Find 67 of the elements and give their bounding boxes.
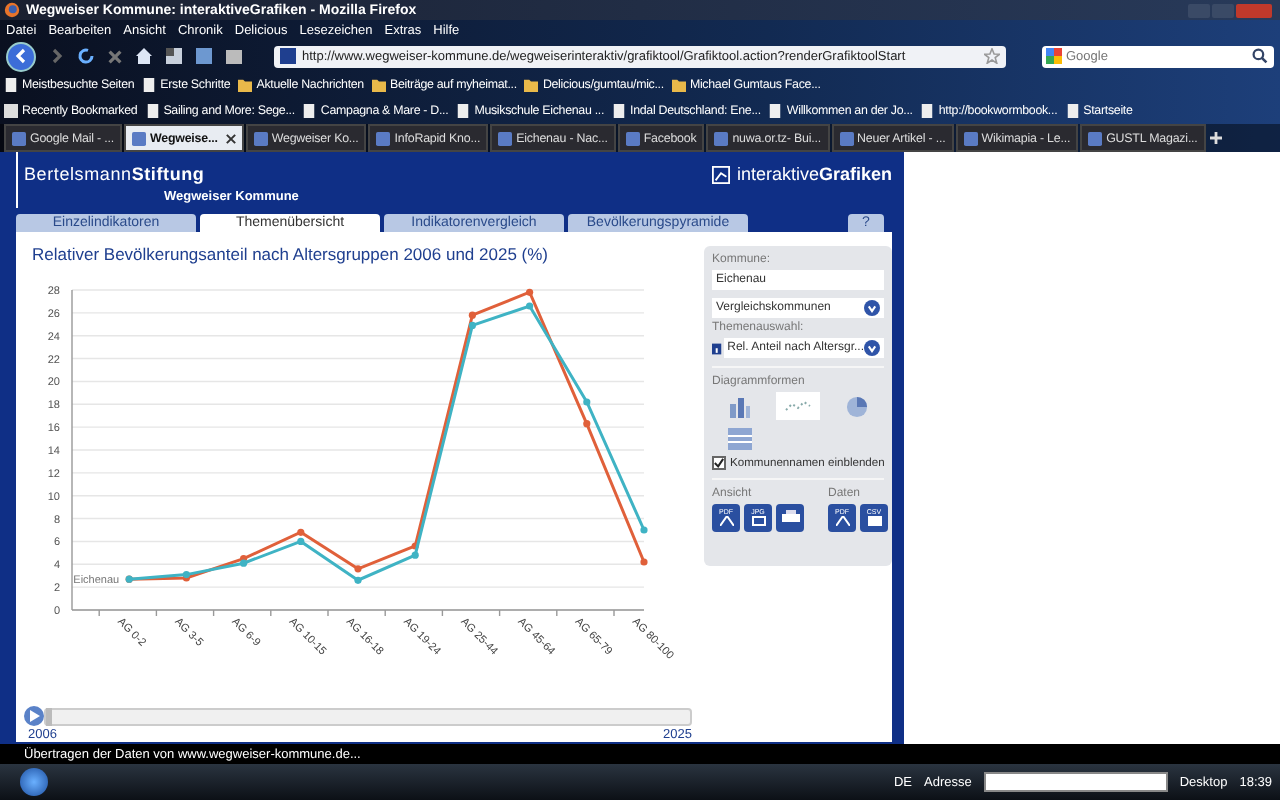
folder-icon[interactable] xyxy=(371,78,386,92)
back-button[interactable] xyxy=(6,41,36,71)
pie-chart-icon xyxy=(845,395,868,417)
site-icon xyxy=(625,131,640,145)
site-icon xyxy=(714,131,729,145)
check-icon xyxy=(714,458,724,468)
new-tab-icon[interactable] xyxy=(1207,130,1224,146)
toolbar-icon[interactable] xyxy=(164,46,184,66)
chevron-down-icon xyxy=(864,340,880,356)
print-export-button[interactable] xyxy=(776,504,804,532)
data-point xyxy=(640,526,648,534)
data-point xyxy=(526,288,534,296)
site-icon xyxy=(131,131,146,145)
site-icon xyxy=(12,131,26,145)
site-icon xyxy=(280,48,296,64)
document-icon xyxy=(835,516,849,527)
data-point xyxy=(354,576,362,584)
bar-chart-icon xyxy=(727,394,752,418)
start-button[interactable] xyxy=(20,768,48,796)
address-input[interactable] xyxy=(983,772,1168,792)
data-point xyxy=(583,398,591,406)
table-icon xyxy=(867,516,881,527)
data-point xyxy=(354,565,362,573)
page-icon[interactable] xyxy=(302,104,317,118)
page-icon[interactable] xyxy=(612,104,627,118)
timeline-slider[interactable] xyxy=(44,707,692,725)
folder-icon[interactable] xyxy=(671,78,686,92)
site-icon xyxy=(253,131,268,145)
slider-thumb[interactable] xyxy=(46,707,52,725)
search-icon[interactable] xyxy=(1252,48,1268,64)
info-icon[interactable] xyxy=(712,341,722,355)
close-icon[interactable] xyxy=(225,133,236,143)
page-icon[interactable] xyxy=(4,78,18,92)
site-icon xyxy=(839,131,854,145)
page-icon[interactable] xyxy=(920,104,935,118)
data-point xyxy=(526,302,534,310)
stop-icon[interactable] xyxy=(106,47,124,65)
data-point xyxy=(583,420,591,428)
image-icon xyxy=(751,516,765,527)
play-icon xyxy=(28,710,40,722)
page-icon[interactable] xyxy=(768,104,783,118)
folder-icon[interactable] xyxy=(238,78,253,92)
printer-icon xyxy=(781,510,799,526)
star-icon[interactable] xyxy=(984,48,1000,64)
play-button[interactable] xyxy=(24,706,44,726)
site-icon xyxy=(376,131,391,145)
browser-logo-icon xyxy=(4,2,20,18)
brand-logo-text: BertelsmannStiftung xyxy=(24,164,207,184)
reload-icon[interactable] xyxy=(76,46,96,66)
home-icon[interactable] xyxy=(134,46,154,66)
checkbox[interactable] xyxy=(712,456,726,470)
site-icon xyxy=(498,131,513,145)
chart-logo-icon xyxy=(712,165,731,183)
folder-icon[interactable] xyxy=(524,78,539,92)
line-chart-icon xyxy=(783,398,812,414)
document-icon xyxy=(719,516,733,527)
chevron-down-icon xyxy=(864,300,880,316)
data-point xyxy=(640,558,648,566)
logo-text: interaktiveGrafiken xyxy=(736,164,892,184)
site-icon xyxy=(1088,131,1103,145)
google-icon xyxy=(1046,48,1062,64)
site-icon xyxy=(963,131,978,145)
table-icon xyxy=(727,427,752,449)
page-icon[interactable] xyxy=(1065,104,1080,118)
chart-title: Relativer Bevölkerungsanteil nach Altersgruppen 2006 und 2025 (%) xyxy=(30,242,550,268)
page-icon[interactable] xyxy=(456,104,471,118)
arrow-left-icon xyxy=(11,46,31,66)
